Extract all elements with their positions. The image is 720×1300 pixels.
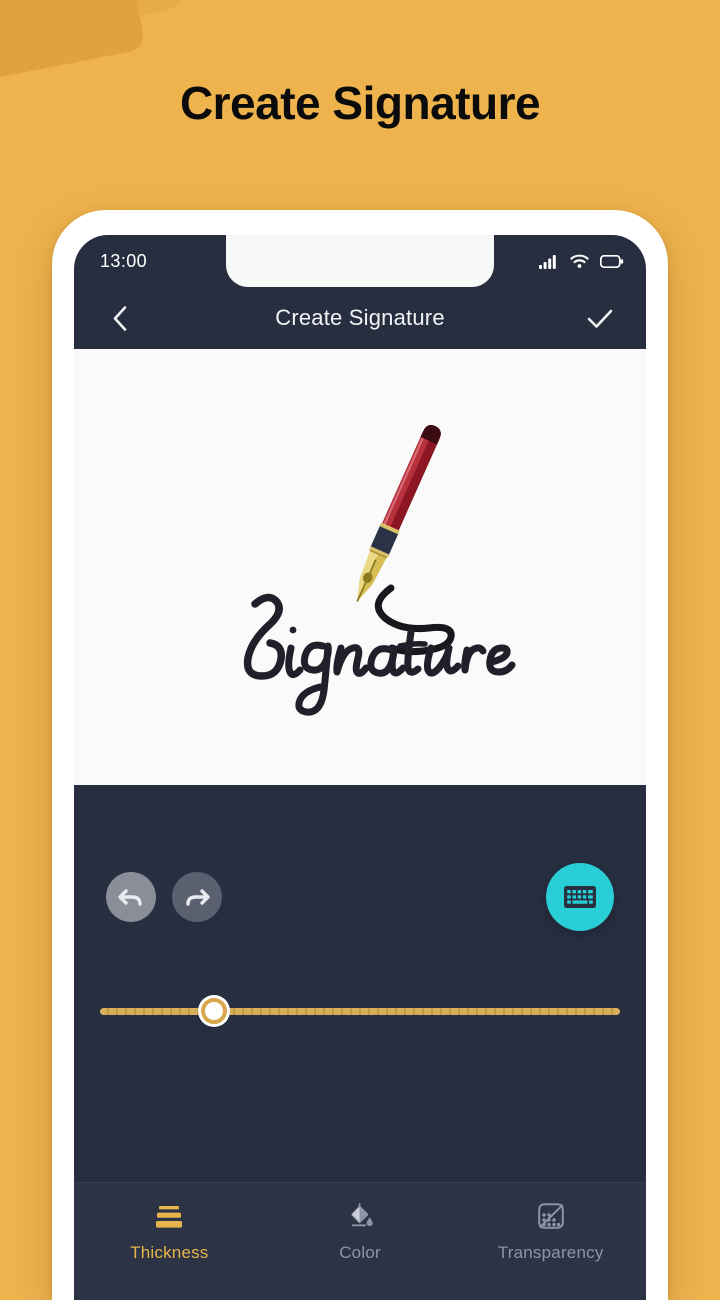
signature-canvas[interactable] xyxy=(74,349,646,785)
chevron-left-icon xyxy=(113,305,127,331)
battery-icon xyxy=(600,254,624,268)
phone-screen: 13:00 Create Signature Thickness Color T… xyxy=(74,235,646,1300)
status-bar: 13:00 xyxy=(74,235,646,287)
undo-button[interactable] xyxy=(106,872,156,922)
signature-illustration xyxy=(243,425,516,716)
app-bar: Create Signature xyxy=(74,287,646,349)
page-title: Create Signature xyxy=(275,305,445,330)
tab-transparency-label: Transparency xyxy=(497,1243,604,1262)
redo-arrow-icon xyxy=(186,889,210,906)
screen-notch xyxy=(226,235,494,287)
thickness-slider-row xyxy=(74,981,646,1041)
status-icon-group xyxy=(539,254,624,269)
keyboard-button[interactable] xyxy=(546,863,614,931)
phone-mockup-frame: 13:00 Create Signature Thickness Color T… xyxy=(52,210,668,1300)
check-icon xyxy=(587,309,613,328)
keyboard-icon xyxy=(564,886,596,908)
redo-button[interactable] xyxy=(172,872,222,922)
tab-thickness-label: Thickness xyxy=(130,1243,209,1262)
tools-panel: Thickness Color Transparency xyxy=(74,785,646,1300)
signal-icon xyxy=(539,254,556,269)
tool-tab-bar: Thickness Color Transparency xyxy=(74,1182,646,1300)
thickness-slider-thumb[interactable] xyxy=(201,998,228,1024)
promo-headline: Create Signature xyxy=(179,77,541,129)
tab-color-label: Color xyxy=(339,1243,381,1262)
thickness-slider-track[interactable] xyxy=(100,998,620,1024)
undo-arrow-icon xyxy=(118,889,142,906)
tab-thickness[interactable]: Thickness xyxy=(74,1201,265,1263)
transparency-grid-icon xyxy=(537,1201,565,1231)
tab-color[interactable]: Color xyxy=(265,1201,456,1263)
confirm-button[interactable] xyxy=(580,298,620,338)
paint-bucket-icon xyxy=(346,1201,374,1231)
thickness-lines-icon xyxy=(155,1201,183,1231)
tab-transparency[interactable]: Transparency xyxy=(455,1201,646,1263)
corner-decoration-outer xyxy=(0,0,186,70)
status-time: 13:00 xyxy=(100,250,148,271)
history-controls xyxy=(74,861,646,933)
back-button[interactable] xyxy=(100,298,140,338)
wifi-icon xyxy=(570,254,589,268)
